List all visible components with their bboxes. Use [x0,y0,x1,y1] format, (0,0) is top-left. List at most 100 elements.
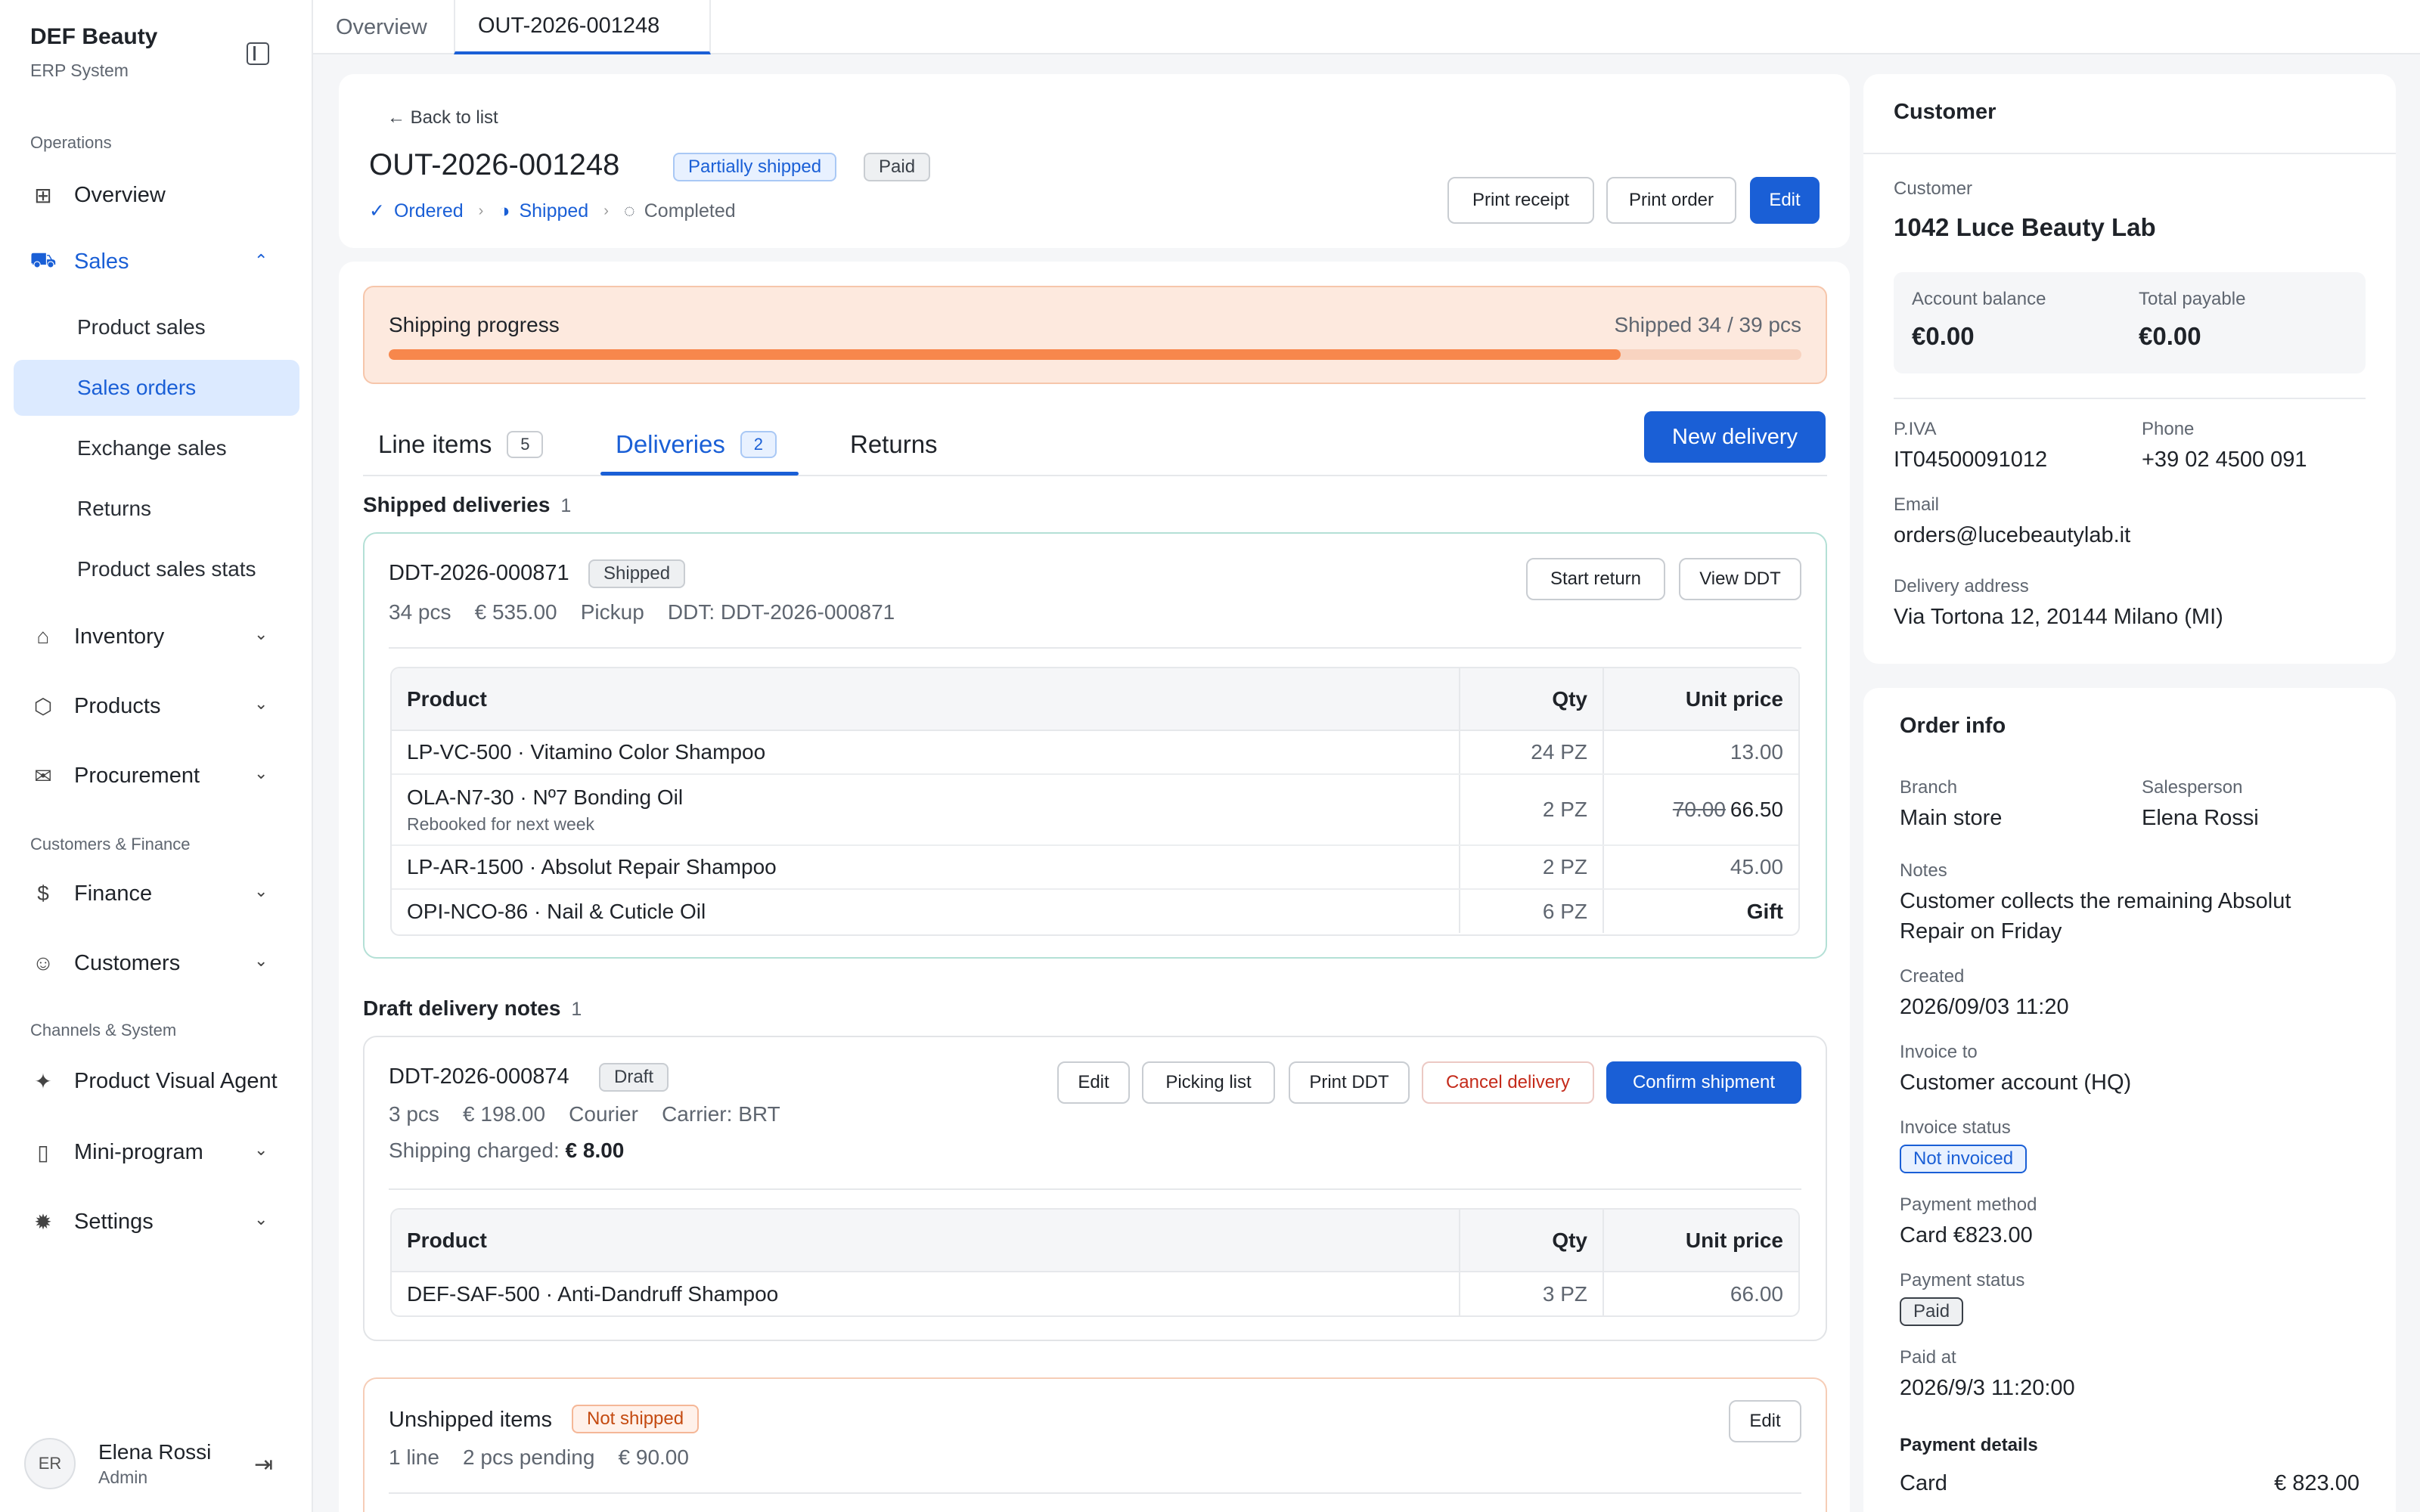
cell-product: OLA-N7-30 · Nº7 Bonding Oil Rebooked for … [392,774,1460,846]
company-name: DEF Beauty [30,24,158,49]
chevron-down-icon[interactable]: ⌄ [254,1140,268,1160]
step-completed-label: Completed [644,200,736,222]
customer-name: 1042 Luce Beauty Lab [1894,213,2156,241]
address-label: Delivery address [1894,576,2029,596]
cancel-delivery-button[interactable]: Cancel delivery [1422,1061,1594,1104]
cell-qty: 2 PZ [1460,845,1604,890]
delivery-number: DDT-2026-000871 [389,561,569,585]
step-ordered-label: Ordered [393,200,464,222]
edit-unshipped-button[interactable]: Edit [1729,1400,1801,1442]
nav-settings[interactable]: ✹ Settings [30,1201,154,1243]
created-label: Created [1900,966,1965,987]
sidebar-item-product-sales-stats[interactable]: Product sales stats [14,541,299,597]
order-info-title: Order info [1900,714,2006,738]
tab-deliveries[interactable]: Deliveries 2 [616,414,777,475]
shipped-count: 1 [560,495,572,516]
tab-line-items[interactable]: Line items 5 [378,414,544,475]
nav-product-visual-agent[interactable]: ✦ Product Visual Agent [30,1060,277,1102]
nav-products[interactable]: ⬡ Products [30,685,161,727]
chevron-down-icon[interactable]: ⌄ [254,951,268,971]
nav-finance[interactable]: $ Finance [30,872,152,915]
tab-returns[interactable]: Returns [850,414,938,475]
warehouse-icon: ⌂ [36,624,50,648]
chevron-down-icon[interactable]: ⌄ [254,764,268,783]
print-receipt-button[interactable]: Print receipt [1447,177,1594,224]
chevron-down-icon[interactable]: ⌄ [254,881,268,901]
invoice-status-badge: Not invoiced [1900,1145,2028,1173]
tab-bar: Overview OUT-2026-001248 [313,0,2420,54]
back-to-list-link[interactable]: ← Back to list [387,107,498,129]
print-order-button[interactable]: Print order [1606,177,1736,224]
payment-details-method: Card [1900,1471,1947,1495]
salesperson-value: Elena Rossi [2142,806,2259,830]
print-ddt-button[interactable]: Print DDT [1289,1061,1410,1104]
step-separator-icon: › [478,202,484,219]
notes-line-1: Customer collects the remaining Absolut [1900,889,2291,913]
original-price: 70.00 [1672,798,1726,821]
chevron-down-icon[interactable]: ⌄ [254,624,268,644]
payment-badge: Paid [864,153,931,181]
chevron-up-icon[interactable]: ⌃ [254,251,268,271]
nav-inventory[interactable]: ⌂ Inventory [30,615,165,658]
cell-product-name: OLA-N7-30 · Nº7 Bonding Oil [407,785,684,809]
step-separator-icon: › [603,202,609,219]
nav-sales[interactable]: ⛟ Sales [29,240,129,283]
user-profile[interactable]: ER Elena Rossi Admin [24,1438,211,1489]
draft-delivery-card: DDT-2026-000874 Draft 3 pcs € 198.00 Cou… [363,1036,1827,1341]
tab-overview[interactable]: Overview [313,0,450,54]
payment-details-amount: € 823.00 [2274,1471,2360,1495]
col-qty: Qty [1460,668,1604,731]
sidebar-item-exchange-sales[interactable]: Exchange sales [14,420,299,476]
edit-draft-button[interactable]: Edit [1057,1061,1130,1104]
nav-overview[interactable]: ⊞ Overview [30,174,166,216]
table-row: LP-AR-1500 · Absolut Repair Shampoo 2 PZ… [392,845,1798,890]
branch-value: Main store [1900,806,2003,830]
invoice-to-label: Invoice to [1900,1042,1978,1062]
chevron-down-icon[interactable]: ⌄ [254,1210,268,1229]
sidebar-item-returns[interactable]: Returns [14,481,299,537]
phone-value: +39 02 4500 091 [2142,448,2307,472]
branch-label: Branch [1900,777,1958,798]
chevron-down-icon[interactable]: ⌄ [254,694,268,714]
total-payable-value: €0.00 [2139,322,2201,350]
draft-items-table: Product Qty Unit price DEF-SAF-500 · Ant… [390,1208,1800,1317]
sidebar-collapse-icon[interactable] [247,42,269,65]
step-ordered: ✓ Ordered [369,200,464,222]
step-shipped: ◑ Shipped [498,200,588,222]
nav-mini-program[interactable]: ▯ Mini-program [30,1131,203,1173]
logout-icon[interactable]: ⇥ [254,1452,273,1478]
divider [1894,398,2366,399]
half-circle-icon: ◑ [498,200,510,222]
view-ddt-button[interactable]: View DDT [1679,558,1801,600]
piva-value: IT04500091012 [1894,448,2048,472]
dashed-circle-icon: ◌ [623,200,635,222]
confirm-shipment-button[interactable]: Confirm shipment [1606,1061,1801,1104]
delivery-meta: 3 pcs € 198.00 Courier Carrier: BRT [389,1102,780,1126]
tab-order[interactable]: OUT-2026-001248 [454,0,711,54]
nav-finance-label: Finance [74,881,153,906]
nav-procurement[interactable]: ✉ Procurement [30,754,200,797]
deliveries-count: 2 [740,431,777,458]
system-name: ERP System [30,60,129,80]
balance-panel: Account balance €0.00 Total payable €0.0… [1894,272,2366,373]
notes-line-2: Repair on Friday [1900,919,2062,943]
col-product: Product [392,1210,1460,1272]
start-return-button[interactable]: Start return [1526,558,1665,600]
table-row: LP-VC-500 · Vitamino Color Shampoo 24 PZ… [392,730,1798,775]
shipping-progress-label: Shipping progress [389,313,560,336]
shipping-progress: Shipping progress Shipped 34 / 39 pcs [363,286,1827,384]
shipping-charged-value: € 8.00 [565,1139,625,1162]
nav-customers[interactable]: ☺ Customers [30,942,181,984]
nav-settings-label: Settings [74,1209,154,1234]
delivery-meta: 34 pcs € 535.00 Pickup DDT: DDT-2026-000… [389,600,895,624]
sidebar-item-product-sales[interactable]: Product sales [14,299,299,355]
sidebar-item-sales-orders[interactable]: Sales orders [14,360,299,416]
draft-title-text: Draft delivery notes [363,996,561,1020]
picking-list-button[interactable]: Picking list [1142,1061,1275,1104]
paid-at-label: Paid at [1900,1347,1956,1368]
section-customers-finance: Customers & Finance [30,835,191,854]
shipped-delivery-card: DDT-2026-000871 Shipped 34 pcs € 535.00 … [363,532,1827,959]
new-delivery-button[interactable]: New delivery [1644,411,1826,463]
created-value: 2026/09/03 11:20 [1900,995,2069,1019]
edit-order-button[interactable]: Edit [1750,177,1820,224]
